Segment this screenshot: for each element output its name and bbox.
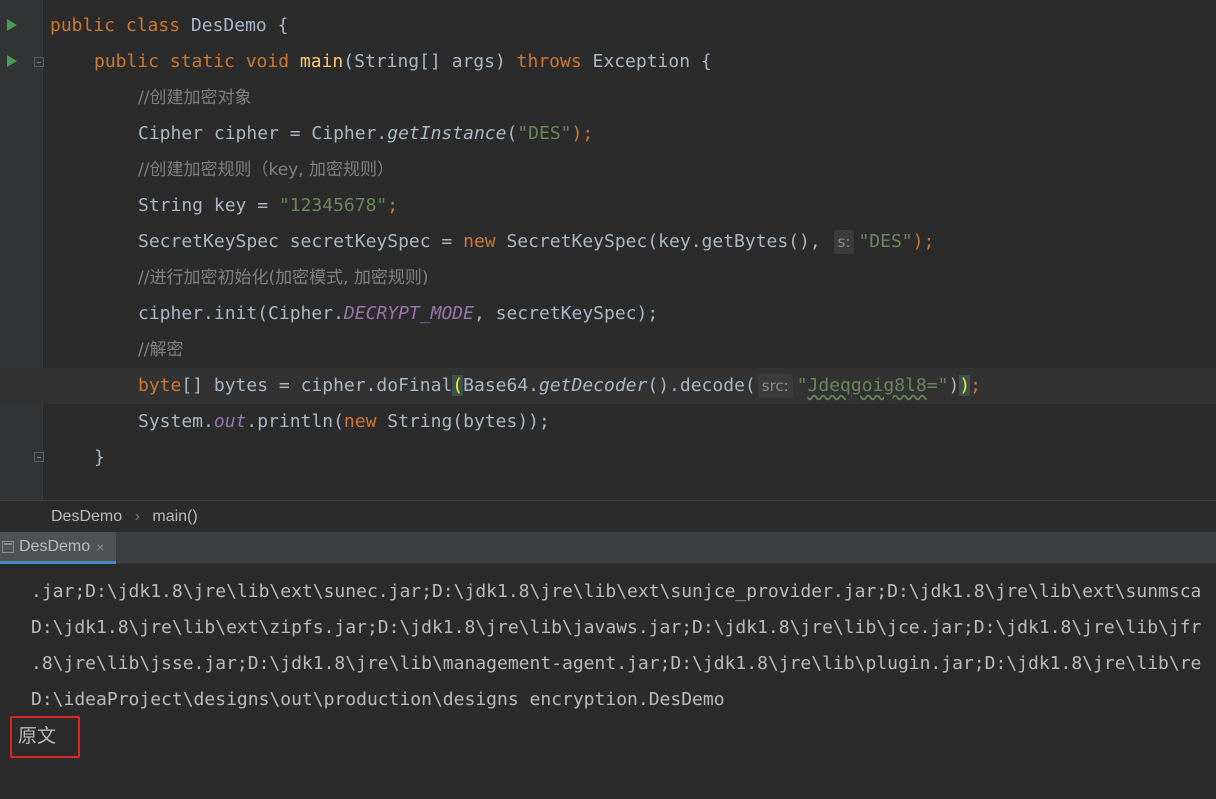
matched-paren: ( bbox=[452, 375, 464, 396]
run-tab-desdemo[interactable]: DesDemo × bbox=[0, 532, 117, 564]
code-token: byte bbox=[138, 375, 182, 396]
parameter-hint: src: bbox=[757, 374, 793, 398]
code-token: ); bbox=[912, 231, 935, 252]
code-token: " bbox=[796, 375, 808, 396]
code-token: cipher.init(Cipher. bbox=[138, 303, 344, 324]
code-line: //创建加密规则（key, 加密规则） bbox=[0, 152, 1216, 188]
run-tab-label: DesDemo bbox=[19, 537, 91, 555]
code-token: getDecoder bbox=[539, 375, 648, 396]
code-token: ) bbox=[948, 375, 960, 396]
code-comment: //创建加密对象 bbox=[138, 88, 252, 108]
code-line: public class DesDemo { bbox=[0, 8, 1216, 44]
code-comment: //创建加密规则（key, 加密规则） bbox=[138, 160, 395, 180]
console-icon bbox=[2, 540, 14, 553]
code-token: throws bbox=[516, 51, 582, 72]
breadcrumb-method[interactable]: main() bbox=[152, 501, 197, 533]
code-token: new bbox=[343, 411, 377, 432]
code-line: //创建加密对象 bbox=[0, 80, 1216, 116]
code-line: } bbox=[0, 440, 1216, 476]
console-output[interactable]: .jar;D:\jdk1.8\jre\lib\ext\sunec.jar;D:\… bbox=[0, 564, 1216, 799]
code-token: [] bytes = cipher.doFinal bbox=[181, 375, 453, 396]
code-line-current: byte[] bytes = cipher.doFinal(Base64.get… bbox=[0, 368, 1216, 404]
breadcrumb-separator: › bbox=[134, 508, 140, 525]
code-token: , secretKeySpec); bbox=[473, 303, 659, 324]
code-line: public static void main(String[] args) t… bbox=[0, 44, 1216, 80]
code-token: "DES" bbox=[517, 123, 572, 144]
code-token: } bbox=[94, 447, 105, 468]
code-line: //进行加密初始化(加密模式, 加密规则) bbox=[0, 260, 1216, 296]
code-token: ; bbox=[970, 375, 981, 396]
code-comment: //进行加密初始化(加密模式, 加密规则) bbox=[138, 268, 429, 288]
code-token: DesDemo bbox=[190, 15, 267, 36]
code-token: { bbox=[266, 15, 289, 36]
console-line: .jar;D:\jdk1.8\jre\lib\ext\sunec.jar;D:\… bbox=[31, 581, 1202, 602]
console-line: D:\ideaProject\designs\out\production\de… bbox=[31, 689, 725, 710]
matched-paren: ) bbox=[959, 375, 971, 396]
parameter-hint: s: bbox=[833, 230, 855, 254]
code-token: Cipher cipher = Cipher. bbox=[138, 123, 388, 144]
code-token: String(bytes)); bbox=[376, 411, 550, 432]
code-token: ); bbox=[571, 123, 594, 144]
code-token: =" bbox=[926, 375, 949, 396]
code-token: out bbox=[213, 411, 247, 432]
code-token: ; bbox=[387, 195, 399, 216]
console-line: .8\jre\lib\jsse.jar;D:\jdk1.8\jre\lib\ma… bbox=[31, 653, 1202, 674]
code-token: SecretKeySpec secretKeySpec = bbox=[138, 231, 464, 252]
code-token: Exception { bbox=[581, 51, 712, 72]
code-token: (String[] args) bbox=[343, 51, 517, 72]
console-line: D:\jdk1.8\jre\lib\ext\zipfs.jar;D:\jdk1.… bbox=[31, 617, 1202, 638]
highlight-box bbox=[10, 716, 80, 758]
code-token: String key = bbox=[138, 195, 279, 216]
code-token: getInstance bbox=[387, 123, 507, 144]
code-token: System. bbox=[138, 411, 214, 432]
code-token: new bbox=[463, 231, 496, 252]
code-editor[interactable]: public class DesDemo { public static voi… bbox=[0, 0, 1216, 500]
code-line: String key = "12345678"; bbox=[0, 188, 1216, 224]
code-line: //解密 bbox=[0, 332, 1216, 368]
code-token: DECRYPT_MODE bbox=[343, 303, 474, 324]
code-token: "12345678" bbox=[278, 195, 388, 216]
run-tool-window-tabs: DesDemo × bbox=[0, 532, 1216, 564]
code-line: SecretKeySpec secretKeySpec = new Secret… bbox=[0, 224, 1216, 260]
breadcrumb: DesDemo › main() bbox=[0, 500, 1216, 532]
code-token: Base64. bbox=[463, 375, 539, 396]
code-token: "DES" bbox=[858, 231, 913, 252]
code-token: .println( bbox=[246, 411, 344, 432]
code-line: System.out.println(new String(bytes)); bbox=[0, 404, 1216, 440]
code-token: ().decode( bbox=[647, 375, 756, 396]
breadcrumb-class[interactable]: DesDemo bbox=[51, 501, 122, 533]
code-line: cipher.init(Cipher.DECRYPT_MODE, secretK… bbox=[0, 296, 1216, 332]
typo-string: Jdeqgoig8l8 bbox=[807, 375, 927, 396]
close-icon[interactable]: × bbox=[96, 539, 104, 555]
code-token: SecretKeySpec(key.getBytes(), bbox=[495, 231, 832, 252]
code-token: public class bbox=[50, 15, 191, 36]
code-line: Cipher cipher = Cipher.getInstance("DES"… bbox=[0, 116, 1216, 152]
code-token: main bbox=[299, 51, 344, 72]
code-token: public static void bbox=[94, 51, 300, 72]
code-token: ( bbox=[506, 123, 518, 144]
code-comment: //解密 bbox=[138, 340, 184, 360]
